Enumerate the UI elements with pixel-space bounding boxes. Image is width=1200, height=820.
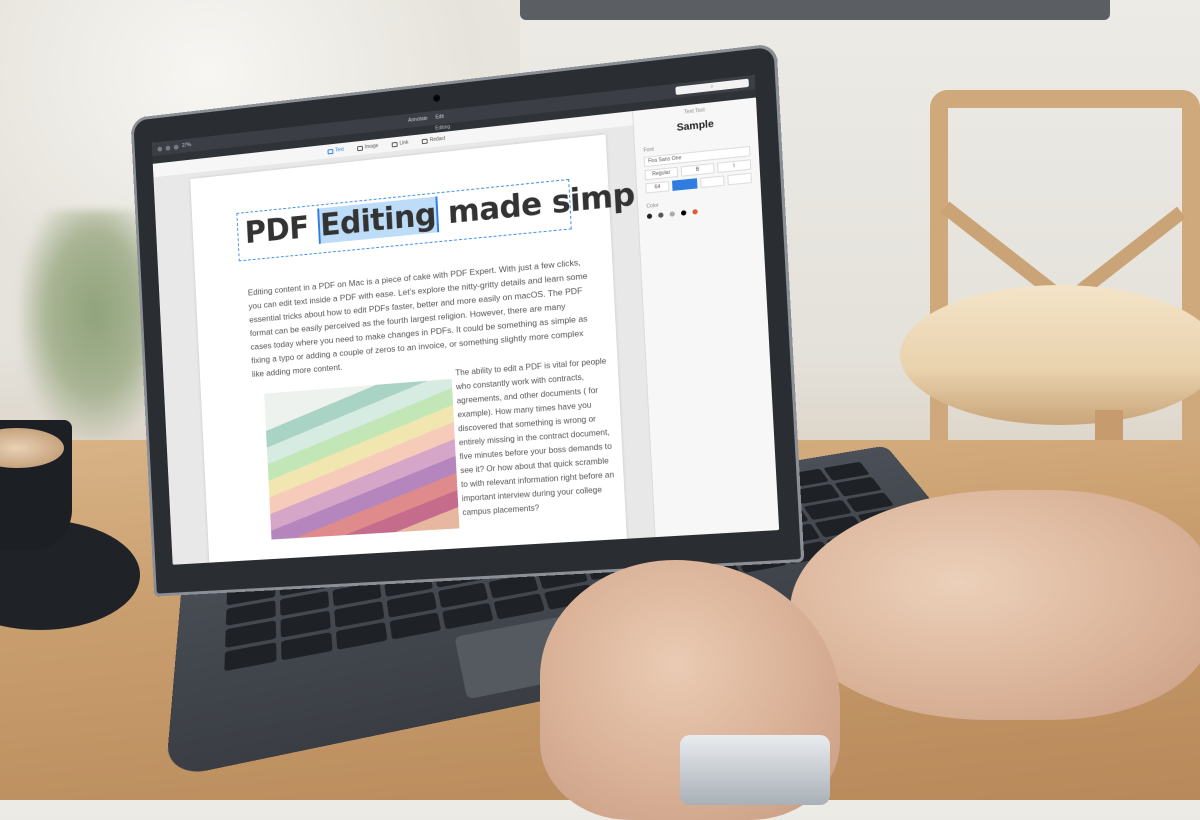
annotate-mode-button[interactable]: Annotate: [408, 116, 428, 124]
search-icon: ⌕: [710, 84, 713, 90]
pdf-page[interactable]: PDF Editing made simple Editing content …: [190, 134, 628, 564]
pdf-editor-window: 27% Annotate Edit ⌕ Editing Text Image L…: [152, 75, 779, 565]
document-canvas[interactable]: PDF Editing made simple Editing content …: [153, 125, 655, 565]
headline-text: PDF: [244, 209, 319, 251]
close-icon[interactable]: [157, 146, 162, 151]
redact-tool-label: Redact: [430, 136, 446, 144]
color-swatch[interactable]: [681, 210, 686, 216]
background-table: [900, 285, 1200, 425]
image-icon: [357, 145, 363, 151]
redact-tool-button[interactable]: Redact: [422, 136, 446, 144]
color-swatch[interactable]: [670, 211, 675, 217]
keyboard-key[interactable]: [336, 622, 388, 650]
align-center-button[interactable]: [700, 175, 725, 188]
keyboard-key[interactable]: [281, 632, 333, 660]
image-tool-button[interactable]: Image: [357, 143, 378, 151]
color-swatch[interactable]: [658, 212, 663, 218]
image-tool-label: Image: [365, 143, 379, 150]
background-window-frame: [520, 0, 1110, 20]
side-paragraph[interactable]: The ability to edit a PDF is vital for p…: [455, 354, 619, 520]
window-controls: 27%: [157, 142, 191, 152]
font-style-select[interactable]: Regular: [644, 167, 678, 181]
text-tool-icon: [327, 148, 333, 154]
link-tool-button[interactable]: Link: [392, 140, 409, 148]
text-tool-button[interactable]: Text: [327, 147, 344, 155]
sidebar-icon[interactable]: [174, 144, 179, 149]
link-icon: [392, 141, 398, 147]
text-tool-label: Text: [335, 147, 344, 154]
camera-icon: [433, 94, 440, 102]
edit-mode-button[interactable]: Edit: [435, 114, 444, 121]
color-swatch[interactable]: [692, 209, 697, 215]
minimize-icon[interactable]: [166, 145, 171, 150]
align-left-button[interactable]: [672, 178, 697, 191]
italic-button[interactable]: I: [717, 159, 751, 173]
align-right-button[interactable]: [727, 173, 752, 186]
keyboard-key[interactable]: [442, 603, 493, 630]
laptop-lid: 27% Annotate Edit ⌕ Editing Text Image L…: [130, 43, 804, 596]
zoom-level[interactable]: 27%: [182, 142, 191, 149]
wristwatch: [680, 735, 830, 805]
redact-icon: [422, 138, 428, 144]
color-swatch[interactable]: [647, 213, 652, 219]
text-inspector-panel: Text Tool Sample Font Fira Sans One Regu…: [632, 97, 779, 537]
paper-samples-image[interactable]: [264, 379, 459, 540]
keyboard-key[interactable]: [494, 594, 545, 620]
keyboard-key[interactable]: [390, 612, 442, 639]
bold-button[interactable]: B: [681, 163, 715, 177]
link-tool-label: Link: [399, 140, 408, 147]
font-size-field[interactable]: 64: [645, 181, 670, 194]
